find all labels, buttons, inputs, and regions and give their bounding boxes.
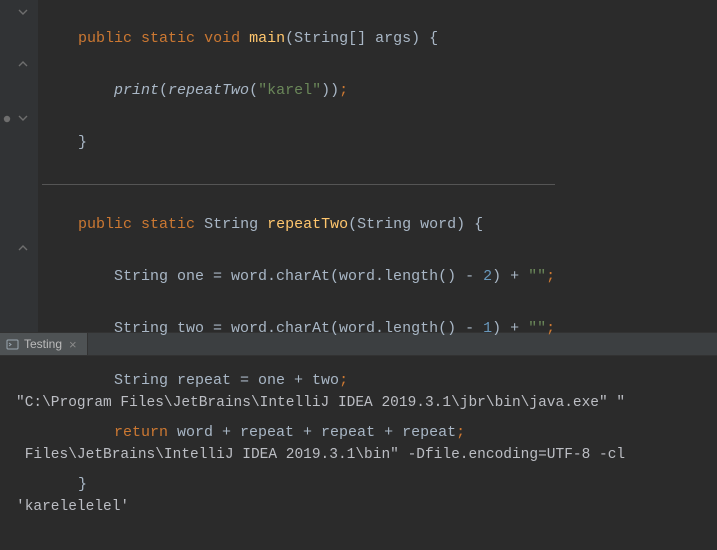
code-line[interactable]: String repeat = one + two;: [42, 368, 555, 394]
code-line[interactable]: return word + repeat + repeat + repeat;: [42, 420, 555, 446]
console-icon: [6, 338, 19, 351]
editor-pane: public static void main(String[] args) {…: [0, 0, 717, 332]
fold-close-icon[interactable]: [17, 242, 31, 256]
code-line[interactable]: public static String repeatTwo(String wo…: [42, 212, 555, 238]
fold-close-icon[interactable]: [17, 58, 31, 72]
override-marker-icon[interactable]: [2, 112, 16, 126]
code-line[interactable]: String two = word.charAt(word.length() -…: [42, 316, 555, 342]
fold-open-icon[interactable]: [17, 6, 31, 20]
method-separator: [42, 184, 555, 185]
code-line[interactable]: String one = word.charAt(word.length() -…: [42, 264, 555, 290]
gutter: [0, 0, 38, 332]
code-line[interactable]: }: [42, 472, 555, 498]
code-line[interactable]: public static void main(String[] args) {: [42, 26, 555, 52]
code-area[interactable]: public static void main(String[] args) {…: [38, 0, 555, 332]
code-line[interactable]: }: [42, 130, 555, 156]
fold-open-icon[interactable]: [17, 112, 31, 126]
code-line[interactable]: print(repeatTwo("karel"));: [42, 78, 555, 104]
